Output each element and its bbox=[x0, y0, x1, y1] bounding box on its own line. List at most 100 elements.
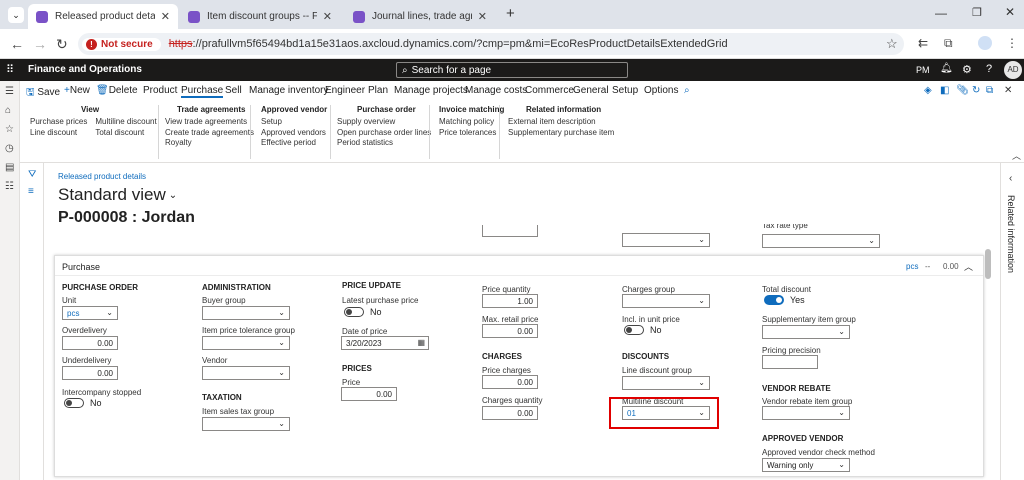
fasttab-header[interactable]: Purchase pcs -- 0.00 ︿ bbox=[55, 256, 983, 276]
supplementary-item-group-dropdown[interactable]: ⌄ bbox=[762, 325, 850, 339]
related-information-pane[interactable]: ‹ Related information bbox=[1000, 163, 1024, 480]
supply-overview-button[interactable]: Supply overview bbox=[337, 117, 431, 128]
filter-icon[interactable]: ⛛ bbox=[28, 169, 36, 180]
tab-commerce[interactable]: Commerce bbox=[525, 85, 574, 96]
total-discount-button[interactable]: Total discount bbox=[95, 128, 156, 139]
buyer-group-dropdown[interactable]: ⌄ bbox=[202, 306, 290, 320]
close-icon[interactable]: ✕ bbox=[161, 10, 170, 23]
page-search-input[interactable]: ⌕ Search for a page bbox=[396, 62, 628, 78]
scrollbar-thumb[interactable] bbox=[985, 249, 991, 279]
new-tab-button[interactable]: + bbox=[506, 5, 515, 22]
workspaces-icon[interactable]: ▤ bbox=[5, 162, 14, 173]
tab-manage-costs[interactable]: Manage costs bbox=[465, 85, 527, 96]
intercompany-stopped-toggle[interactable]: No bbox=[64, 398, 102, 408]
incl-in-unit-price-toggle[interactable]: No bbox=[624, 325, 662, 335]
tax-rate-type-dropdown[interactable]: ⌄ bbox=[762, 234, 880, 248]
tab-general[interactable]: General bbox=[573, 85, 609, 96]
office-icon[interactable]: ◧ bbox=[940, 85, 949, 96]
line-discount-button[interactable]: Line discount bbox=[30, 128, 87, 139]
forward-icon[interactable]: → bbox=[33, 36, 47, 52]
back-icon[interactable]: ← bbox=[10, 36, 24, 52]
reload-icon[interactable]: ↻ bbox=[56, 36, 68, 53]
attach-icon[interactable]: 📎︎ bbox=[956, 85, 969, 96]
matching-policy-button[interactable]: Matching policy bbox=[439, 117, 504, 128]
collections-icon[interactable]: ⇇ bbox=[918, 36, 928, 50]
chevron-left-icon[interactable]: ‹ bbox=[1009, 173, 1012, 184]
chevron-up-icon[interactable]: ︿ bbox=[964, 260, 973, 273]
max-retail-price-input[interactable]: 0.00 bbox=[482, 324, 538, 338]
close-icon[interactable]: ✕ bbox=[478, 10, 487, 23]
approved-vendor-check-method-dropdown[interactable]: Warning only ⌄ bbox=[762, 458, 850, 472]
modules-icon[interactable]: ☷ bbox=[5, 181, 14, 192]
help-icon[interactable]: ? bbox=[986, 63, 992, 75]
setup-button[interactable]: Setup bbox=[261, 117, 327, 128]
bell-icon[interactable]: 🔔︎ bbox=[940, 63, 953, 74]
view-trade-agreements-button[interactable]: View trade agreements bbox=[165, 117, 254, 128]
calendar-icon[interactable]: ▦ bbox=[417, 338, 425, 347]
line-discount-group-dropdown[interactable]: ⌄ bbox=[622, 376, 710, 390]
close-icon[interactable]: ✕ bbox=[323, 10, 332, 23]
browser-tab[interactable]: Journal lines, trade agreement ✕ bbox=[345, 4, 495, 29]
vendor-dropdown[interactable]: ⌄ bbox=[202, 366, 290, 380]
supplementary-purchase-item-button[interactable]: Supplementary purchase item bbox=[508, 128, 614, 139]
purchase-prices-button[interactable]: Purchase prices bbox=[30, 117, 87, 128]
browser-tab[interactable]: Released product details -- Finance ✕ bbox=[28, 4, 178, 29]
tab-purchase[interactable]: Purchase bbox=[181, 85, 224, 98]
overdelivery-input[interactable]: 0.00 bbox=[62, 336, 118, 350]
create-trade-agreements-button[interactable]: Create trade agreements bbox=[165, 128, 254, 139]
minimize-icon[interactable]: — bbox=[935, 6, 947, 20]
tab-manage-projects[interactable]: Manage projects bbox=[394, 85, 468, 96]
tab-options[interactable]: Options bbox=[644, 85, 678, 96]
recent-icon[interactable]: ◷ bbox=[5, 143, 14, 154]
partial-dropdown[interactable]: ⌄ bbox=[622, 233, 710, 247]
browser-tab[interactable]: Item discount groups -- Finance ✕ bbox=[180, 4, 340, 29]
effective-period-button[interactable]: Effective period bbox=[261, 138, 327, 149]
tab-list-chevron-icon[interactable]: ⌄ bbox=[8, 7, 24, 23]
tab-manage-inventory[interactable]: Manage inventory bbox=[249, 85, 329, 96]
delete-button[interactable]: 🗑︎Delete bbox=[96, 85, 138, 96]
not-secure-badge[interactable]: ! Not secure bbox=[82, 37, 161, 51]
total-discount-toggle[interactable]: Yes bbox=[764, 295, 805, 305]
underdelivery-input[interactable]: 0.00 bbox=[62, 366, 118, 380]
close-window-icon[interactable]: ✕ bbox=[1005, 5, 1015, 19]
view-selector[interactable]: Standard view ⌄ bbox=[58, 185, 177, 205]
collapse-ribbon-icon[interactable]: ︿ bbox=[1012, 149, 1021, 162]
tab-engineer[interactable]: Engineer bbox=[325, 85, 365, 96]
close-page-icon[interactable]: ✕ bbox=[1004, 85, 1012, 96]
url-input[interactable]: ! Not secure https://prafullvm5f65494bd1… bbox=[78, 33, 904, 55]
pricing-precision-input[interactable] bbox=[762, 355, 818, 369]
restore-icon[interactable]: ❐ bbox=[972, 6, 982, 19]
new-button[interactable]: +New bbox=[64, 85, 90, 96]
profile-icon[interactable] bbox=[978, 36, 992, 50]
search-icon[interactable]: ⌕ bbox=[684, 85, 690, 96]
tab-setup[interactable]: Setup bbox=[612, 85, 638, 96]
gear-icon[interactable]: ⚙ bbox=[962, 63, 972, 76]
price-input[interactable]: 0.00 bbox=[341, 387, 397, 401]
approved-vendors-button[interactable]: Approved vendors bbox=[261, 128, 327, 139]
price-tolerance-group-dropdown[interactable]: ⌄ bbox=[202, 336, 290, 350]
refresh-icon[interactable]: ↻ bbox=[972, 85, 980, 96]
charges-quantity-input[interactable]: 0.00 bbox=[482, 406, 538, 420]
avatar[interactable]: AD bbox=[1004, 61, 1022, 79]
price-quantity-input[interactable]: 1.00 bbox=[482, 294, 538, 308]
tab-product[interactable]: Product bbox=[143, 85, 177, 96]
more-icon[interactable]: ⋮ bbox=[1006, 36, 1018, 50]
personalize-icon[interactable]: ◈ bbox=[924, 85, 932, 96]
external-item-description-button[interactable]: External item description bbox=[508, 117, 614, 128]
home-icon[interactable]: ⌂ bbox=[5, 105, 11, 116]
date-of-price-input[interactable]: 3/20/2023 ▦ bbox=[341, 336, 429, 350]
item-sales-tax-group-dropdown[interactable]: ⌄ bbox=[202, 417, 290, 431]
save-button[interactable]: 🖫︎ Save bbox=[26, 85, 60, 102]
latest-purchase-price-toggle[interactable]: No bbox=[344, 307, 382, 317]
price-charges-input[interactable]: 0.00 bbox=[482, 375, 538, 389]
app-launcher-icon[interactable]: ⠿ bbox=[6, 63, 14, 76]
favorite-star-icon[interactable]: ☆ bbox=[886, 36, 898, 52]
charges-group-dropdown[interactable]: ⌄ bbox=[622, 294, 710, 308]
hamburger-icon[interactable]: ☰ bbox=[5, 86, 14, 97]
unit-dropdown[interactable]: pcs ⌄ bbox=[62, 306, 118, 320]
multiline-discount-button[interactable]: Multiline discount bbox=[95, 117, 156, 128]
price-tolerances-button[interactable]: Price tolerances bbox=[439, 128, 504, 139]
tab-sell[interactable]: Sell bbox=[225, 85, 242, 96]
company-picker[interactable]: PM bbox=[916, 65, 930, 75]
vendor-rebate-item-group-dropdown[interactable]: ⌄ bbox=[762, 406, 850, 420]
